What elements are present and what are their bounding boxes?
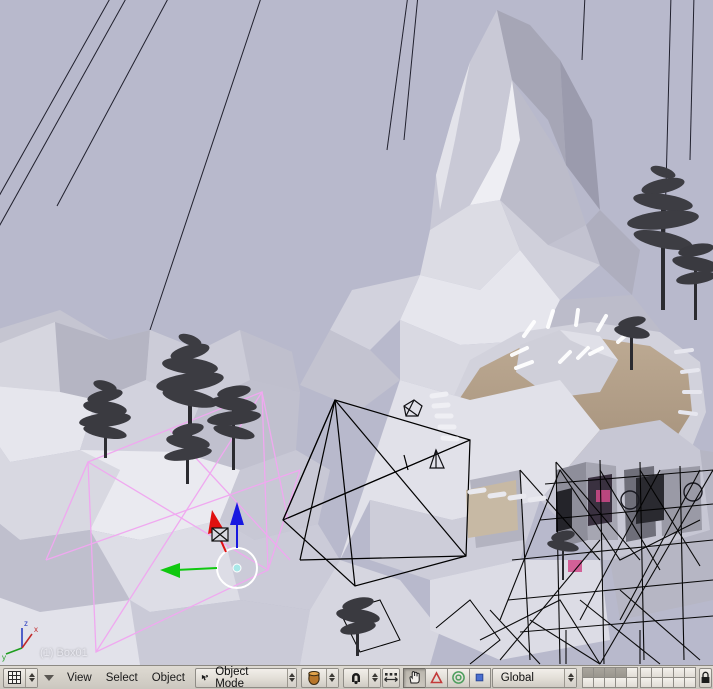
scale-manipulator-button[interactable] bbox=[468, 667, 491, 688]
hand-manipulator-icon bbox=[409, 671, 420, 684]
layer-block-2[interactable] bbox=[639, 667, 696, 688]
rotate-manipulator-button[interactable] bbox=[446, 667, 469, 688]
layer-buttons bbox=[581, 667, 696, 688]
pivot-median-point-icon bbox=[352, 672, 361, 684]
select-menu[interactable]: Select bbox=[99, 668, 145, 688]
orientation-spinner[interactable] bbox=[564, 668, 576, 687]
grid-icon bbox=[8, 671, 21, 684]
chevron-down-icon bbox=[44, 674, 54, 681]
svg-text:y: y bbox=[2, 653, 6, 662]
blender-window: z y x (1) Box01 View Select Object Objec… bbox=[0, 0, 713, 689]
rotate-circle-icon bbox=[451, 671, 465, 684]
editor-type-spinner[interactable] bbox=[25, 668, 37, 687]
manipulator-button-group bbox=[402, 667, 491, 688]
scale-square-icon bbox=[475, 673, 484, 682]
mode-spinner[interactable] bbox=[286, 668, 296, 687]
editor-type-selector[interactable] bbox=[3, 667, 38, 688]
layer-cell[interactable] bbox=[683, 677, 696, 688]
view-menu[interactable]: View bbox=[60, 668, 99, 688]
shading-spinner[interactable] bbox=[325, 668, 338, 687]
transform-orientation-select[interactable]: Global bbox=[491, 667, 577, 688]
pivot-spinner[interactable] bbox=[368, 668, 381, 687]
layer-cell[interactable] bbox=[625, 677, 638, 688]
layer-block-1[interactable] bbox=[581, 667, 638, 688]
3d-viewport[interactable]: z y x (1) Box01 bbox=[0, 0, 713, 665]
proportional-edit-button[interactable] bbox=[382, 667, 401, 688]
orientation-label: Global bbox=[500, 671, 534, 684]
interaction-mode-select[interactable]: Object Mode bbox=[195, 665, 297, 689]
lock-icon bbox=[701, 671, 710, 683]
object-mode-cursor-icon bbox=[202, 674, 209, 681]
svg-text:z: z bbox=[24, 619, 28, 628]
viewport-shading-select[interactable] bbox=[300, 667, 339, 688]
svg-text:x: x bbox=[34, 625, 38, 634]
viewport-canvas: z y x bbox=[0, 0, 713, 665]
header-collapse-caret[interactable] bbox=[39, 674, 60, 681]
object-menu[interactable]: Object bbox=[145, 668, 192, 688]
pivot-point-select[interactable] bbox=[343, 667, 382, 688]
translate-triangle-icon bbox=[429, 670, 443, 683]
mode-label: Object Mode bbox=[215, 665, 249, 689]
grid-editor-type-icon[interactable] bbox=[4, 669, 25, 687]
lock-layers-button[interactable] bbox=[699, 667, 712, 688]
proportional-edit-icon bbox=[384, 672, 399, 682]
translate-manipulator-button[interactable] bbox=[424, 667, 447, 688]
manipulator-toggle-button[interactable] bbox=[402, 667, 425, 688]
solid-shading-icon bbox=[308, 670, 320, 685]
viewport-header-toolbar: View Select Object Object Mode Global bbox=[0, 665, 713, 689]
